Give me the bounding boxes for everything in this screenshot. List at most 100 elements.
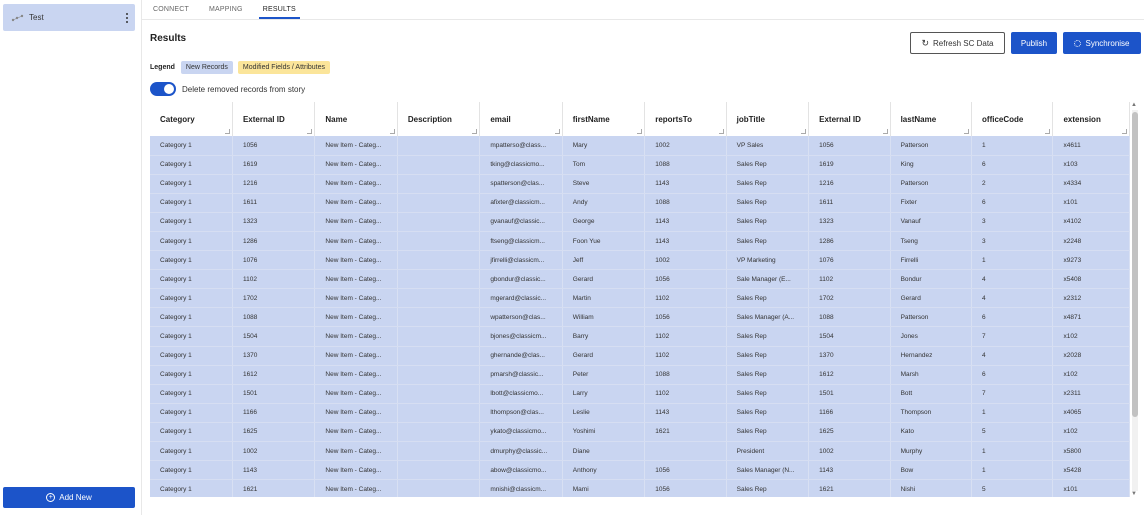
sidebar-item-test[interactable]: Test: [3, 4, 135, 31]
table-cell: afixter@classicm...: [479, 193, 563, 213]
table-cell: New Item - Categ...: [314, 384, 398, 404]
synchronise-button[interactable]: Synchronise: [1063, 32, 1141, 54]
scroll-thumb[interactable]: [1132, 112, 1138, 417]
table-cell: mpatterso@class...: [479, 136, 563, 156]
table-cell: New Item - Categ...: [314, 307, 398, 328]
table-cell: New Item - Categ...: [314, 155, 398, 175]
table-row[interactable]: Category 1 1088 New Item - Categ... wpatter…: [150, 307, 1130, 328]
table-cell: ftseng@classicm...: [479, 231, 563, 252]
table-cell: Sales Rep: [726, 231, 810, 252]
table-cell: 1611: [808, 193, 891, 213]
table-cell: x5428: [1052, 460, 1130, 481]
table-row[interactable]: Category 1 1621 New Item - Categ... mnishi@…: [150, 479, 1130, 497]
table-cell: [397, 479, 481, 497]
table-cell: Murphy: [890, 441, 973, 462]
table-cell: 1: [971, 460, 1054, 481]
table-cell: Sales Rep: [726, 384, 810, 404]
table-cell: Category 1: [150, 231, 233, 252]
more-options-icon[interactable]: [126, 13, 129, 23]
tab-results[interactable]: RESULTS: [258, 0, 301, 19]
table-cell: Sales Rep: [726, 365, 810, 385]
table-row[interactable]: Category 1 1702 New Item - Categ... mgerard…: [150, 288, 1130, 309]
diagram-icon: [11, 14, 25, 22]
table-row[interactable]: Category 1 1504 New Item - Categ... bjones@…: [150, 326, 1130, 347]
column-header[interactable]: Description: [397, 102, 481, 136]
table-row[interactable]: Category 1 1166 New Item - Categ... lthomps…: [150, 403, 1130, 423]
publish-button[interactable]: Publish: [1011, 32, 1057, 54]
column-header[interactable]: email: [479, 102, 563, 136]
table-cell: [397, 384, 481, 404]
column-header[interactable]: firstName: [562, 102, 646, 136]
table-cell: 1143: [644, 212, 727, 232]
table-cell: Andy: [562, 193, 646, 213]
table-cell: New Item - Categ...: [314, 365, 398, 385]
column-header[interactable]: External ID: [808, 102, 891, 136]
tab-mapping[interactable]: MAPPING: [209, 0, 243, 19]
table-cell: 1166: [232, 403, 316, 423]
table-cell: Larry: [562, 384, 646, 404]
table-cell: New Item - Categ...: [314, 346, 398, 366]
table-cell: spatterson@clas...: [479, 174, 563, 194]
column-header[interactable]: External ID: [232, 102, 316, 136]
table-row[interactable]: Category 1 1612 New Item - Categ... pmarsh@…: [150, 365, 1130, 385]
table-cell: Sales Rep: [726, 155, 810, 175]
table-row[interactable]: Category 1 1625 New Item - Categ... ykato@c…: [150, 422, 1130, 443]
table-row[interactable]: Category 1 1501 New Item - Categ... lbott@c…: [150, 384, 1130, 404]
column-header[interactable]: lastName: [890, 102, 973, 136]
page-title: Results: [150, 33, 187, 44]
table-cell: 5: [971, 479, 1054, 497]
table-row[interactable]: Category 1 1323 New Item - Categ... gvanauf…: [150, 212, 1130, 232]
table-row[interactable]: Category 1 1370 New Item - Categ... ghernan…: [150, 346, 1130, 366]
table-cell: New Item - Categ...: [314, 136, 398, 156]
table-row[interactable]: Category 1 1002 New Item - Categ... dmurphy…: [150, 441, 1130, 462]
table-row[interactable]: Category 1 1611 New Item - Categ... afixter…: [150, 193, 1130, 213]
table-scrollbar[interactable]: ▲ ▼: [1130, 102, 1140, 497]
add-new-button[interactable]: + Add New: [3, 487, 135, 508]
table-cell: 1102: [644, 288, 727, 309]
table-row[interactable]: Category 1 1143 New Item - Categ... abow@cl…: [150, 460, 1130, 481]
table-cell: 1619: [232, 155, 316, 175]
column-header[interactable]: Category: [150, 102, 233, 136]
table-cell: Bondur: [890, 269, 973, 290]
column-header[interactable]: jobTitle: [726, 102, 810, 136]
scroll-up-icon[interactable]: ▲: [1131, 102, 1137, 108]
table-cell: x102: [1052, 326, 1130, 347]
table-row[interactable]: Category 1 1286 New Item - Categ... ftseng@…: [150, 231, 1130, 252]
table-cell: 1702: [232, 288, 316, 309]
table-row[interactable]: Category 1 1619 New Item - Categ... tking@c…: [150, 155, 1130, 175]
table-cell: 1076: [232, 250, 316, 271]
table-cell: 1625: [808, 422, 891, 443]
table-cell: 1056: [808, 136, 891, 156]
table-cell: Sales Manager (N...: [726, 460, 810, 481]
table-cell: x5408: [1052, 269, 1130, 290]
table-cell: Bow: [890, 460, 973, 481]
table-cell: 1: [971, 441, 1054, 462]
table-cell: 1002: [644, 250, 727, 271]
table-row[interactable]: Category 1 1076 New Item - Categ... jfirrel…: [150, 250, 1130, 271]
table-row[interactable]: Category 1 1102 New Item - Categ... gbondur…: [150, 269, 1130, 290]
table-row[interactable]: Category 1 1216 New Item - Categ... spatter…: [150, 174, 1130, 194]
table-cell: 1088: [644, 155, 727, 175]
table-cell: Bott: [890, 384, 973, 404]
scroll-down-icon[interactable]: ▼: [1131, 491, 1137, 497]
column-header[interactable]: extension: [1052, 102, 1130, 136]
table-cell: [644, 441, 727, 462]
column-header[interactable]: reportsTo: [644, 102, 727, 136]
table-row[interactable]: Category 1 1056 New Item - Categ... mpatter…: [150, 136, 1130, 156]
column-header[interactable]: Name: [314, 102, 398, 136]
table-cell: Sales Rep: [726, 212, 810, 232]
table-cell: Category 1: [150, 288, 233, 309]
column-header[interactable]: officeCode: [971, 102, 1054, 136]
table-cell: tking@classicmo...: [479, 155, 563, 175]
table-cell: [397, 422, 481, 443]
table-cell: bjones@classicm...: [479, 326, 563, 347]
table-cell: Sales Rep: [726, 346, 810, 366]
delete-removed-toggle[interactable]: [150, 82, 176, 96]
table-cell: Category 1: [150, 307, 233, 328]
table-header-row: Category External ID Name Description email f…: [150, 102, 1130, 136]
table-cell: [397, 326, 481, 347]
table-cell: Tom: [562, 155, 646, 175]
table-cell: 1143: [644, 403, 727, 423]
refresh-sc-data-button[interactable]: ↻ Refresh SC Data: [910, 32, 1005, 54]
tab-connect[interactable]: CONNECT: [153, 0, 189, 19]
